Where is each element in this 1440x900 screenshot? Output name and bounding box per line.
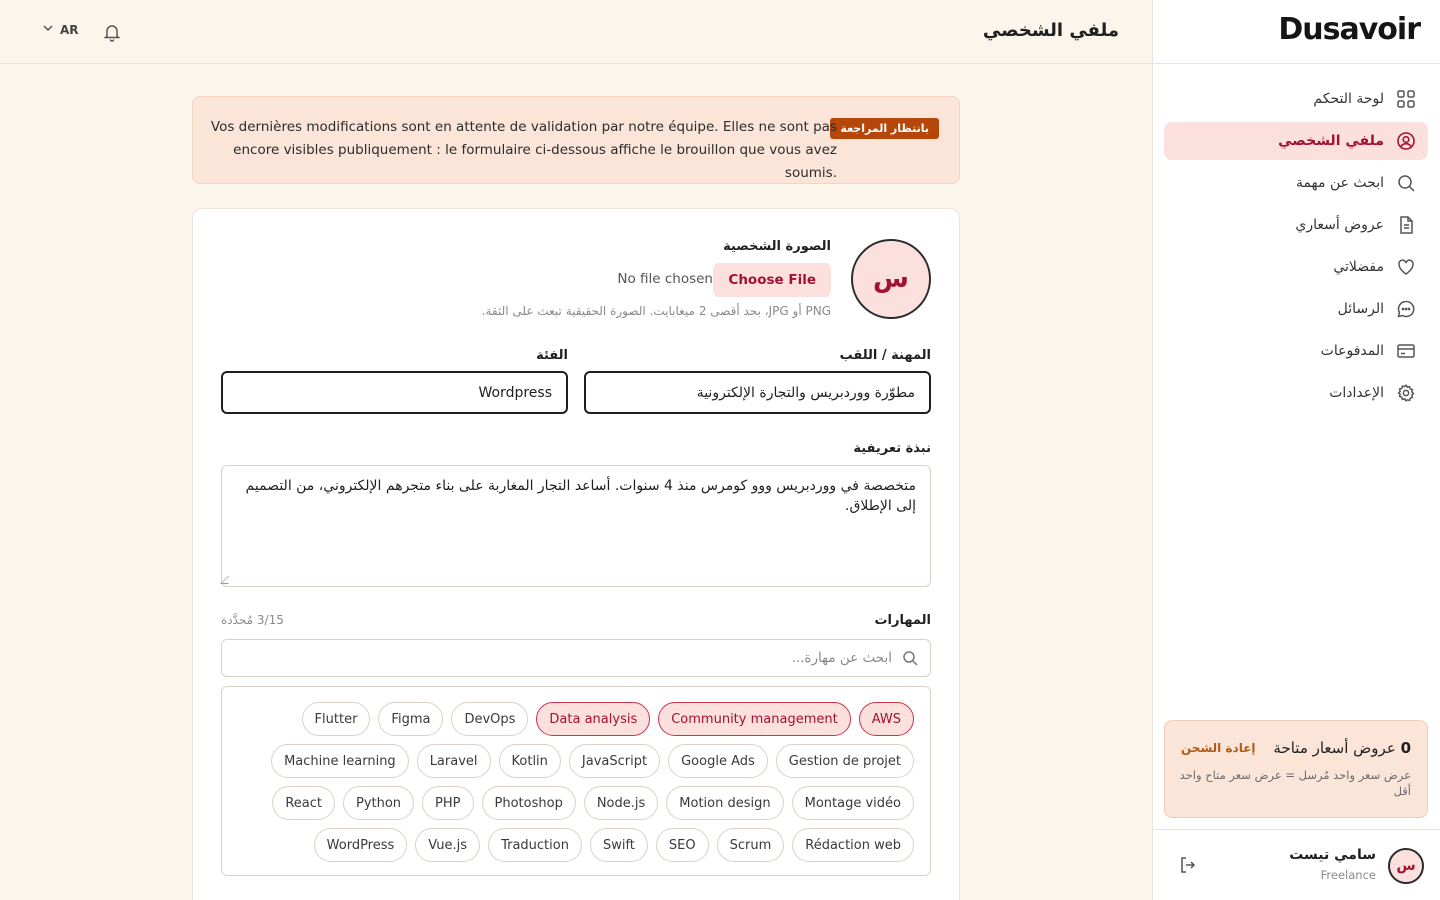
credits-count: 0	[1400, 739, 1411, 757]
photo-label: الصورة الشخصية	[723, 239, 831, 254]
skill-chip[interactable]: Gestion de projet	[775, 744, 914, 778]
skill-chip[interactable]: Scrum	[716, 828, 785, 862]
recharge-link[interactable]: إعادة الشحن	[1181, 741, 1256, 755]
skills-row: Gestion de projet Google Ads JavaScript Kot…	[238, 744, 914, 778]
skill-chip[interactable]: DevOps	[451, 702, 529, 736]
profile-form-card: س الصورة الشخصية Choose File No file cho…	[192, 208, 960, 900]
category-label: الفئة	[536, 348, 568, 363]
skills-label: المهارات	[874, 613, 931, 628]
skills-list: AWS Community management Data analysis DevO…	[221, 686, 931, 876]
skill-chip[interactable]: Figma	[378, 702, 444, 736]
credit-card-icon	[1396, 341, 1416, 361]
search-placeholder: ابحث عن مهارة...	[791, 650, 892, 666]
skill-chip[interactable]: Rédaction web	[792, 828, 914, 862]
skill-chip[interactable]: Google Ads	[668, 744, 768, 778]
credits-title: 0 عروض أسعار متاحة	[1273, 739, 1411, 757]
logo-area: Dusavoir	[1153, 0, 1440, 64]
skill-chip[interactable]: Swift	[589, 828, 648, 862]
skills-row: Rédaction web Scrum SEO Swift Traduction Vue.…	[238, 828, 914, 862]
sidebar: Dusavoir لوحة التحكم ملفي الشخصي ابحث عن…	[1152, 0, 1440, 900]
credits-label: عروض أسعار متاحة	[1273, 739, 1396, 757]
sidebar-item-profile[interactable]: ملفي الشخصي	[1164, 122, 1428, 160]
skill-chip[interactable]: Traduction	[488, 828, 582, 862]
skills-row: Montage vidéo Motion design Node.js Photosh…	[238, 786, 914, 820]
skill-chip[interactable]: WordPress	[313, 828, 408, 862]
skill-chip[interactable]: Montage vidéo	[791, 786, 914, 820]
credits-note: عرض سعر واحد مُرسل = عرض سعر متاح واحد أ…	[1179, 768, 1411, 798]
bio-label: نبذة تعريفية	[853, 441, 931, 456]
choose-file-button[interactable]: Choose File	[713, 263, 831, 297]
user-box: س سامي تيست Freelance	[1152, 829, 1440, 900]
sidebar-item-label: الرسائل	[1337, 301, 1384, 317]
status-badge: بانتظار المراجعة	[830, 118, 939, 139]
sidebar-item-find-job[interactable]: ابحث عن مهمة	[1164, 164, 1428, 202]
skill-chip[interactable]: Data analysis	[536, 702, 651, 736]
sidebar-item-messages[interactable]: الرسائل	[1164, 290, 1428, 328]
sidebar-item-dashboard[interactable]: لوحة التحكم	[1164, 80, 1428, 118]
skills-row: AWS Community management Data analysis DevO…	[238, 702, 914, 736]
logout-icon[interactable]	[1178, 855, 1198, 875]
file-status: No file chosen	[617, 271, 713, 287]
document-icon	[1396, 215, 1416, 235]
pending-review-banner: بانتظار المراجعة Vos dernières modificat…	[192, 96, 960, 184]
skill-chip[interactable]: Kotlin	[498, 744, 561, 778]
search-icon	[1396, 173, 1416, 193]
chat-icon	[1396, 299, 1416, 319]
skill-chip[interactable]: Machine learning	[271, 744, 409, 778]
top-header: ملفي الشخصي AR	[0, 0, 1152, 64]
photo-hint: PNG أو JPG، بحد أقصى 2 ميغابايت. الصورة …	[481, 304, 831, 318]
job-title-label: المهنة / اللقب	[839, 348, 931, 363]
skill-chip[interactable]: Node.js	[583, 786, 659, 820]
sidebar-nav: لوحة التحكم ملفي الشخصي ابحث عن مهمة عرو…	[1164, 80, 1428, 416]
heart-icon	[1396, 257, 1416, 277]
skill-chip[interactable]: Community management	[658, 702, 851, 736]
quote-credits-card: 0 عروض أسعار متاحة إعادة الشحن عرض سعر و…	[1164, 720, 1428, 818]
user-circle-icon	[1396, 131, 1416, 151]
resize-handle[interactable]	[220, 576, 236, 584]
sidebar-item-label: ملفي الشخصي	[1278, 133, 1384, 149]
skill-chip[interactable]: Vue.js	[415, 828, 481, 862]
sidebar-item-payments[interactable]: المدفوعات	[1164, 332, 1428, 370]
skill-chip[interactable]: PHP	[422, 786, 474, 820]
skill-search-input[interactable]: ابحث عن مهارة...	[221, 639, 931, 677]
skill-chip[interactable]: Laravel	[416, 744, 491, 778]
brand-logo[interactable]: Dusavoir	[1278, 12, 1421, 47]
skill-chip[interactable]: Motion design	[666, 786, 784, 820]
sidebar-item-settings[interactable]: الإعدادات	[1164, 374, 1428, 412]
banner-text: Vos dernières modifications sont en atte…	[210, 119, 837, 181]
user-role: Freelance	[1320, 868, 1376, 882]
skill-chip[interactable]: Flutter	[301, 702, 371, 736]
skill-chip[interactable]: React	[272, 786, 335, 820]
gear-icon	[1396, 383, 1416, 403]
language-label: AR	[60, 22, 79, 37]
bio-textarea[interactable]: متخصصة في ووردبريس ووو كومرس منذ 4 سنوات…	[220, 465, 931, 587]
sidebar-item-favorites[interactable]: مفضلاتي	[1164, 248, 1428, 286]
bell-icon[interactable]	[102, 22, 122, 42]
search-icon	[902, 650, 918, 666]
sidebar-item-quotes[interactable]: عروض أسعاري	[1164, 206, 1428, 244]
skills-count: 3/15 مُحدَّدة	[221, 613, 284, 627]
sidebar-item-label: المدفوعات	[1320, 343, 1384, 359]
skill-chip[interactable]: Python	[342, 786, 415, 820]
sidebar-item-label: الإعدادات	[1329, 385, 1384, 401]
sidebar-item-label: ابحث عن مهمة	[1295, 175, 1384, 191]
skill-chip[interactable]: Photoshop	[481, 786, 576, 820]
category-input[interactable]: Wordpress	[221, 371, 568, 414]
user-name: سامي تيست	[1289, 847, 1376, 863]
grid-icon	[1396, 89, 1416, 109]
profile-avatar: س	[851, 239, 931, 319]
skill-chip[interactable]: JavaScript	[568, 744, 661, 778]
skill-chip[interactable]: AWS	[858, 702, 914, 736]
skill-chip[interactable]: SEO	[655, 828, 709, 862]
language-switcher[interactable]: AR	[42, 22, 79, 37]
sidebar-item-label: لوحة التحكم	[1313, 91, 1384, 107]
sidebar-item-label: مفضلاتي	[1333, 259, 1384, 275]
job-title-input[interactable]: مطوّرة ووردبريس والتجارة الإلكترونية	[584, 371, 931, 414]
avatar[interactable]: س	[1388, 848, 1424, 884]
bio-text: متخصصة في ووردبريس ووو كومرس منذ 4 سنوات…	[245, 478, 916, 514]
page-title: ملفي الشخصي	[982, 20, 1119, 41]
chevron-down-icon	[42, 22, 54, 37]
sidebar-item-label: عروض أسعاري	[1295, 217, 1384, 233]
